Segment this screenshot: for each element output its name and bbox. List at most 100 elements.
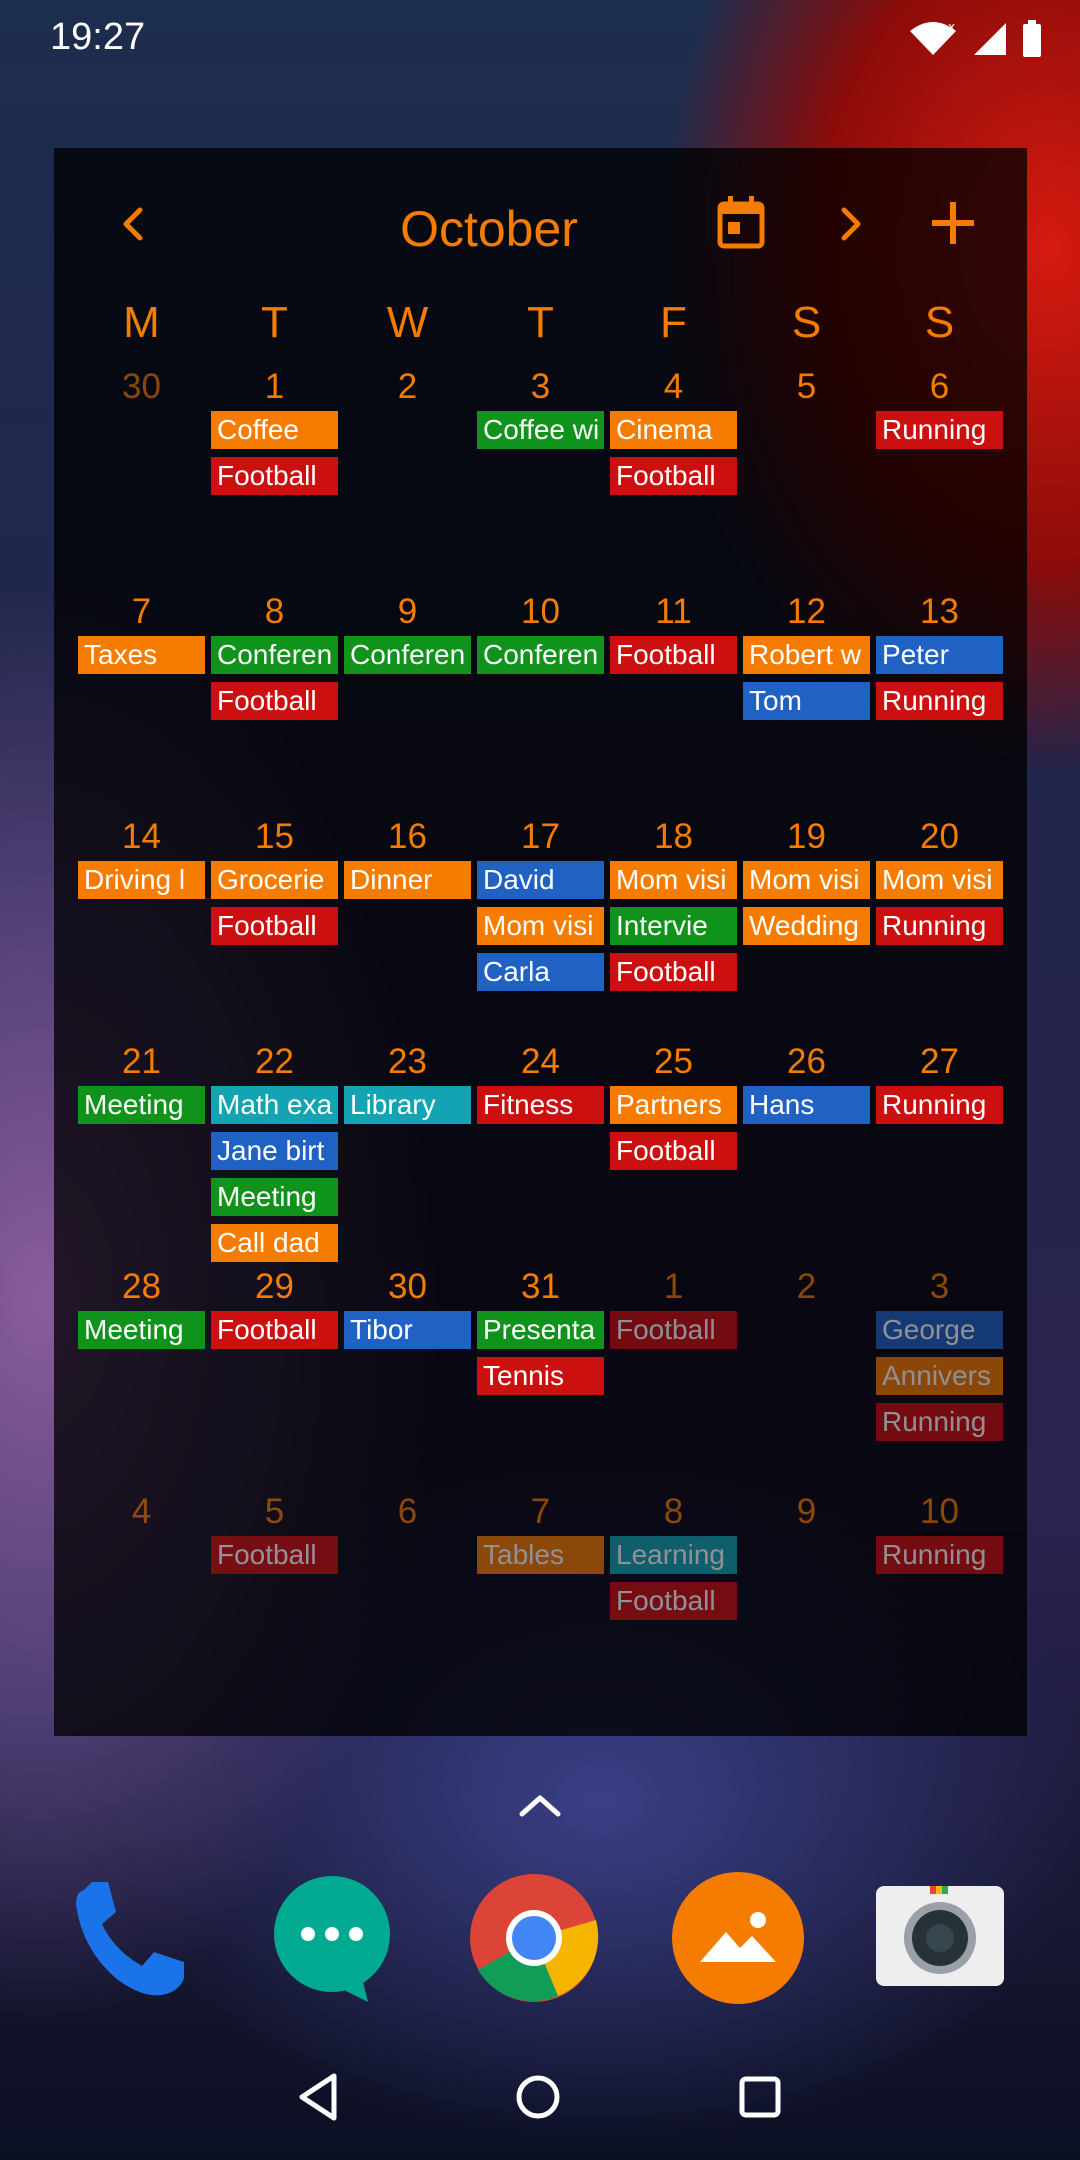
day-cell[interactable]: 25 Partners Football	[610, 1038, 737, 1178]
event-chip[interactable]: Football	[610, 1132, 737, 1170]
day-cell[interactable]: 6	[344, 1488, 471, 1536]
event-chip[interactable]: Fitness	[477, 1086, 604, 1124]
day-cell[interactable]: 23 Library	[344, 1038, 471, 1132]
calendar-today-icon[interactable]	[716, 194, 766, 250]
day-cell[interactable]: 30	[78, 363, 205, 411]
event-chip[interactable]: Tables	[477, 1536, 604, 1574]
day-cell[interactable]: 17 David Mom visi Carla	[477, 813, 604, 999]
event-chip[interactable]: Driving l	[78, 861, 205, 899]
day-cell[interactable]: 7 Tables	[477, 1488, 604, 1582]
event-chip[interactable]: Running	[876, 411, 1003, 449]
event-chip[interactable]: Mom visi	[477, 907, 604, 945]
event-chip[interactable]: Wedding	[743, 907, 870, 945]
next-month-icon[interactable]	[830, 204, 870, 244]
back-icon[interactable]	[296, 2072, 340, 2122]
event-chip[interactable]: Meeting	[211, 1178, 338, 1216]
camera-icon[interactable]	[872, 1870, 1008, 2006]
event-chip[interactable]: Annivers	[876, 1357, 1003, 1395]
event-chip[interactable]: Coffee	[211, 411, 338, 449]
event-chip[interactable]: Football	[610, 636, 737, 674]
event-chip[interactable]: Tom	[743, 682, 870, 720]
day-cell[interactable]: 8 Conferen Football	[211, 588, 338, 728]
event-chip[interactable]: Running	[876, 1403, 1003, 1441]
day-cell[interactable]: 20 Mom visi Running	[876, 813, 1003, 953]
day-cell[interactable]: 27 Running	[876, 1038, 1003, 1132]
day-cell[interactable]: 8 Learning Football	[610, 1488, 737, 1628]
day-cell[interactable]: 22 Math exa Jane birt Meeting Call dad	[211, 1038, 338, 1270]
event-chip[interactable]: Taxes	[78, 636, 205, 674]
day-cell[interactable]: 31 Presenta Tennis	[477, 1263, 604, 1403]
day-cell[interactable]: 9	[743, 1488, 870, 1536]
event-chip[interactable]: Jane birt	[211, 1132, 338, 1170]
event-chip[interactable]: Football	[610, 953, 737, 991]
day-cell[interactable]: 3 Coffee wi	[477, 363, 604, 457]
app-drawer-arrow-icon[interactable]	[516, 1790, 564, 1820]
event-chip[interactable]: Football	[610, 1311, 737, 1349]
day-cell[interactable]: 26 Hans	[743, 1038, 870, 1132]
chrome-icon[interactable]	[466, 1870, 602, 2006]
event-chip[interactable]: Grocerie	[211, 861, 338, 899]
event-chip[interactable]: Robert w	[743, 636, 870, 674]
month-title[interactable]: October	[339, 200, 639, 258]
day-cell[interactable]: 1 Coffee Football	[211, 363, 338, 503]
event-chip[interactable]: Mom visi	[610, 861, 737, 899]
event-chip[interactable]: Football	[211, 682, 338, 720]
event-chip[interactable]: Running	[876, 907, 1003, 945]
day-cell[interactable]: 2	[344, 363, 471, 411]
event-chip[interactable]: Football	[610, 1582, 737, 1620]
event-chip[interactable]: Tibor	[344, 1311, 471, 1349]
day-cell[interactable]: 19 Mom visi Wedding	[743, 813, 870, 953]
event-chip[interactable]: Presenta	[477, 1311, 604, 1349]
event-chip[interactable]: Cinema	[610, 411, 737, 449]
day-cell[interactable]: 29 Football	[211, 1263, 338, 1357]
day-cell[interactable]: 4	[78, 1488, 205, 1536]
messages-icon[interactable]	[264, 1870, 400, 2006]
home-icon[interactable]	[514, 2072, 562, 2122]
day-cell[interactable]: 13 Peter Running	[876, 588, 1003, 728]
event-chip[interactable]: Dinner	[344, 861, 471, 899]
day-cell[interactable]: 11 Football	[610, 588, 737, 682]
day-cell[interactable]: 5 Football	[211, 1488, 338, 1582]
event-chip[interactable]: Intervie	[610, 907, 737, 945]
day-cell[interactable]: 14 Driving l	[78, 813, 205, 907]
day-cell[interactable]: 28 Meeting	[78, 1263, 205, 1357]
day-cell[interactable]: 7 Taxes	[78, 588, 205, 682]
gallery-icon[interactable]	[670, 1870, 806, 2006]
event-chip[interactable]: Tennis	[477, 1357, 604, 1395]
event-chip[interactable]: Mom visi	[743, 861, 870, 899]
event-chip[interactable]: David	[477, 861, 604, 899]
day-cell[interactable]: 21 Meeting	[78, 1038, 205, 1132]
add-event-icon[interactable]	[928, 198, 978, 248]
day-cell[interactable]: 16 Dinner	[344, 813, 471, 907]
event-chip[interactable]: Carla	[477, 953, 604, 991]
day-cell[interactable]: 3 George Annivers Running	[876, 1263, 1003, 1449]
phone-icon[interactable]	[62, 1870, 198, 2006]
event-chip[interactable]: Football	[211, 1536, 338, 1574]
event-chip[interactable]: Football	[610, 457, 737, 495]
event-chip[interactable]: Running	[876, 682, 1003, 720]
day-cell[interactable]: 5	[743, 363, 870, 411]
event-chip[interactable]: Conferen	[477, 636, 604, 674]
day-cell[interactable]: 10 Conferen	[477, 588, 604, 682]
event-chip[interactable]: Meeting	[78, 1086, 205, 1124]
event-chip[interactable]: Conferen	[211, 636, 338, 674]
event-chip[interactable]: Football	[211, 1311, 338, 1349]
event-chip[interactable]: Conferen	[344, 636, 471, 674]
event-chip[interactable]: Coffee wi	[477, 411, 604, 449]
event-chip[interactable]: Mom visi	[876, 861, 1003, 899]
event-chip[interactable]: Football	[211, 457, 338, 495]
day-cell[interactable]: 9 Conferen	[344, 588, 471, 682]
day-cell[interactable]: 10 Running	[876, 1488, 1003, 1582]
event-chip[interactable]: Math exa	[211, 1086, 338, 1124]
day-cell[interactable]: 2	[743, 1263, 870, 1311]
day-cell[interactable]: 6 Running	[876, 363, 1003, 457]
event-chip[interactable]: Meeting	[78, 1311, 205, 1349]
event-chip[interactable]: Library	[344, 1086, 471, 1124]
recents-icon[interactable]	[738, 2072, 782, 2122]
event-chip[interactable]: Running	[876, 1086, 1003, 1124]
previous-month-icon[interactable]	[114, 204, 154, 244]
day-cell[interactable]: 12 Robert w Tom	[743, 588, 870, 728]
day-cell[interactable]: 1 Football	[610, 1263, 737, 1357]
event-chip[interactable]: Learning	[610, 1536, 737, 1574]
event-chip[interactable]: Peter	[876, 636, 1003, 674]
